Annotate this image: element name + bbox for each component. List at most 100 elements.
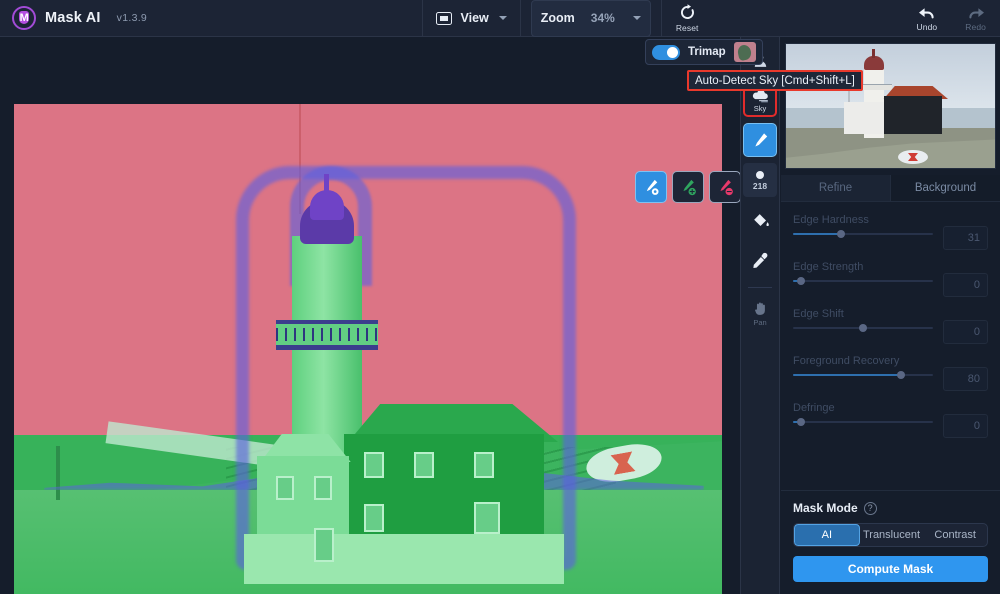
edge-hardness-label: Edge Hardness [793, 214, 869, 226]
tab-background[interactable]: Background [890, 175, 1000, 201]
fill-tool[interactable] [743, 203, 777, 237]
slider-handle[interactable] [797, 418, 806, 426]
canvas-stage[interactable]: Trimap [0, 37, 763, 594]
defringe-label: Defringe [793, 402, 835, 414]
lighthouse-lantern [310, 190, 344, 220]
mask-mode-segmented-control: AI Translucent Contrast [793, 523, 988, 547]
app-brand: M Mask AI v1.3.9 [0, 6, 147, 30]
door [314, 528, 334, 562]
top-right-controls: View Zoom 34% Reset Undo Redo [422, 0, 1000, 37]
thumbnail-dome [864, 56, 884, 70]
eyedropper-icon [752, 252, 767, 268]
lighthouse-foreground [14, 104, 722, 594]
reset-button[interactable]: Reset [662, 0, 713, 37]
slider-row: Foreground Recovery 80 [793, 355, 988, 391]
panel-tabs: Refine Background [781, 175, 1000, 202]
brush-settings-button[interactable] [635, 171, 667, 203]
chevron-down-icon [632, 16, 641, 20]
trimap-switch[interactable] [652, 44, 680, 60]
image-thumbnail[interactable] [785, 43, 996, 169]
mask-mode-title: Mask Mode [793, 501, 858, 515]
window [364, 504, 384, 532]
trimap-label: Trimap [688, 46, 726, 58]
slider-row: Defringe 0 [793, 402, 988, 438]
redo-icon [968, 7, 984, 18]
window [276, 476, 294, 500]
lighthouse-gallery-railing [276, 320, 378, 350]
right-panel: Refine Background Edge Hardness 31 Edge … [781, 37, 1000, 594]
auto-detect-sky-tooltip: Auto-Detect Sky [Cmd+Shift+L] [687, 70, 863, 91]
foreground-recovery-label: Foreground Recovery [793, 355, 900, 367]
app-logo-icon: M [12, 6, 36, 30]
brush-plus-icon [683, 179, 696, 196]
rail-divider [748, 287, 772, 288]
zoom-value: 34% [590, 11, 615, 25]
mask-mode-option-translucent[interactable]: Translucent [860, 524, 924, 546]
dot-icon [756, 170, 764, 179]
edge-shift-value[interactable]: 0 [943, 320, 988, 344]
edge-hardness-slider[interactable] [793, 230, 933, 238]
slider-handle[interactable] [797, 277, 806, 285]
slider-row: Edge Strength 0 [793, 261, 988, 297]
brush-mode-buttons [635, 171, 741, 203]
brush-icon [754, 132, 767, 146]
slider-group: Edge Hardness 31 Edge Strength 0 Edge Sh… [781, 202, 1000, 449]
building-base [244, 534, 564, 584]
tab-refine[interactable]: Refine [781, 175, 890, 201]
thumbnail-left-wing [844, 102, 888, 134]
slider-handle[interactable] [859, 324, 867, 332]
redo-button[interactable]: Redo [951, 0, 1000, 37]
trimap-color-swatch[interactable] [733, 42, 756, 62]
mask-mode-option-contrast[interactable]: Contrast [923, 524, 987, 546]
window [474, 452, 494, 478]
app-version: v1.3.9 [116, 12, 148, 24]
chevron-down-icon [498, 16, 507, 20]
brush-gear-icon [646, 179, 659, 195]
brush-tool[interactable] [743, 123, 777, 157]
top-toolbar: M Mask AI v1.3.9 View Zoom 34% Reset Und… [0, 0, 1000, 37]
image-canvas[interactable] [14, 104, 722, 594]
thumbnail-helipad [898, 150, 928, 164]
zoom-control[interactable]: Zoom 34% [530, 0, 651, 37]
window [474, 502, 500, 534]
brush-size-value: 218 [752, 180, 768, 191]
edge-shift-label: Edge Shift [793, 308, 844, 320]
defringe-value[interactable]: 0 [943, 414, 988, 438]
defringe-slider[interactable] [793, 418, 933, 426]
paint-bucket-icon [753, 213, 769, 226]
topbar-gap [713, 0, 903, 37]
slider-row: Edge Hardness 31 [793, 214, 988, 250]
redo-label: Redo [965, 21, 986, 32]
slider-handle[interactable] [896, 371, 905, 379]
mask-mode-option-ai[interactable]: AI [794, 524, 860, 546]
view-label: View [460, 11, 489, 25]
foreground-recovery-slider[interactable] [793, 371, 933, 379]
thumbnail-finial [872, 49, 875, 58]
tool-rail: Sky 218 Pan [740, 37, 780, 594]
mask-mode-section: Mask Mode ? AI Translucent Contrast Comp… [781, 490, 1000, 594]
thumbnail-house [884, 96, 942, 134]
question-mark-icon[interactable]: ? [863, 501, 877, 515]
compute-mask-button[interactable]: Compute Mask [793, 556, 988, 582]
edge-strength-slider[interactable] [793, 277, 933, 285]
undo-button[interactable]: Undo [903, 0, 952, 37]
edge-strength-value[interactable]: 0 [943, 273, 988, 297]
brush-size-indicator[interactable]: 218 [743, 163, 777, 197]
logo-letter: M [19, 11, 29, 24]
foreground-recovery-value[interactable]: 80 [943, 367, 988, 391]
zoom-label: Zoom [540, 11, 575, 25]
edge-strength-label: Edge Strength [793, 261, 864, 273]
trimap-toggle-bar: Trimap [645, 39, 763, 65]
monitor-icon [436, 11, 453, 25]
undo-icon [918, 7, 934, 18]
view-control[interactable]: View [423, 0, 519, 37]
eyedropper-tool[interactable] [743, 243, 777, 277]
edge-shift-slider[interactable] [793, 324, 933, 332]
slider-handle[interactable] [836, 230, 845, 238]
edge-hardness-value[interactable]: 31 [943, 226, 988, 250]
brush-add-button[interactable] [672, 171, 704, 203]
pan-tool[interactable]: Pan [743, 296, 777, 330]
brush-subtract-button[interactable] [709, 171, 741, 203]
reset-icon [680, 4, 694, 19]
slider-row: Edge Shift 0 [793, 308, 988, 344]
